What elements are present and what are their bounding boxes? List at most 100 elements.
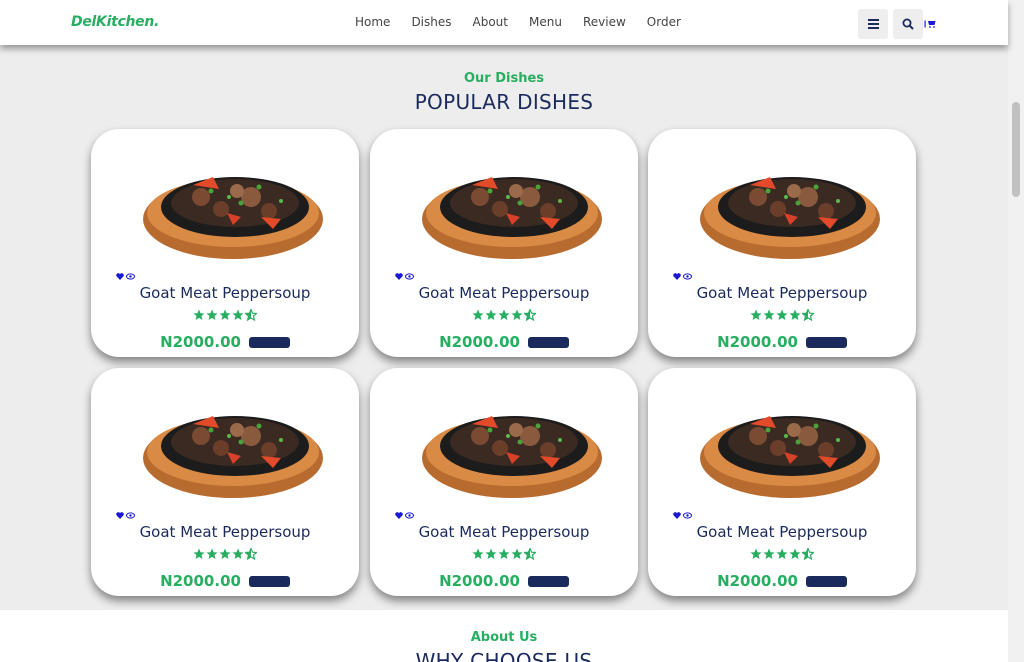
dish-name: Goat Meat Peppersoup <box>139 284 311 302</box>
star-half-icon <box>524 309 536 321</box>
star-icon <box>472 309 484 320</box>
star-icon <box>485 548 497 559</box>
dish-rating <box>370 309 638 321</box>
dish-rating <box>370 548 638 560</box>
star-icon <box>232 548 244 559</box>
star-icon <box>472 548 484 559</box>
dish-image <box>422 177 602 259</box>
nav-about[interactable]: About <box>473 15 508 29</box>
star-icon <box>763 309 775 320</box>
star-icon <box>219 309 231 320</box>
eye-icon[interactable] <box>126 512 135 519</box>
dish-rating <box>648 309 916 321</box>
star-icon <box>776 548 788 559</box>
about-title: WHY CHOOSE US <box>415 649 593 662</box>
dish-image <box>143 416 323 498</box>
add-to-cart-button[interactable] <box>248 336 290 348</box>
star-half-icon <box>524 548 536 560</box>
dish-price: N2000.00 <box>717 333 798 351</box>
nav-order[interactable]: Order <box>647 15 681 29</box>
cart-icon <box>924 20 936 28</box>
card-actions <box>116 512 135 519</box>
card-actions <box>395 273 414 280</box>
price-row: N2000.00 <box>370 572 638 590</box>
star-icon <box>776 309 788 320</box>
section-subtitle: Our Dishes <box>463 71 545 86</box>
star-icon <box>763 548 775 559</box>
star-icon <box>511 548 523 559</box>
menu-button[interactable] <box>858 9 888 39</box>
nav-dishes[interactable]: Dishes <box>411 15 451 29</box>
search-button[interactable] <box>893 9 923 39</box>
star-icon <box>789 548 801 559</box>
star-icon <box>750 309 762 320</box>
dish-price: N2000.00 <box>160 572 241 590</box>
dish-rating <box>648 548 916 560</box>
eye-icon[interactable] <box>683 512 692 519</box>
eye-icon[interactable] <box>405 512 414 519</box>
scrollbar-thumb[interactable] <box>1012 102 1020 197</box>
card-actions <box>673 512 692 519</box>
main-nav: Home Dishes About Menu Review Order <box>355 15 702 29</box>
card-actions <box>673 273 692 280</box>
dish-name: Goat Meat Peppersoup <box>696 284 868 302</box>
dish-card[interactable]: Goat Meat Peppersoup N2000.00 <box>370 129 638 357</box>
nav-home[interactable]: Home <box>355 15 390 29</box>
star-icon <box>206 548 218 559</box>
price-row: N2000.00 <box>648 572 916 590</box>
price-row: N2000.00 <box>648 333 916 351</box>
cart-button[interactable] <box>924 20 936 30</box>
dish-image <box>700 177 880 259</box>
card-actions <box>116 273 135 280</box>
site-header: DelKitchen. Home Dishes About Menu Revie… <box>0 0 1008 45</box>
star-icon <box>498 548 510 559</box>
dish-name: Goat Meat Peppersoup <box>418 284 590 302</box>
star-half-icon <box>245 548 257 560</box>
dish-card[interactable]: Goat Meat Peppersoup N2000.00 <box>648 129 916 357</box>
dish-name: Goat Meat Peppersoup <box>139 523 311 541</box>
dish-image <box>700 416 880 498</box>
eye-icon[interactable] <box>405 273 414 280</box>
card-actions <box>395 512 414 519</box>
about-section: About Us WHY CHOOSE US <box>0 610 1008 662</box>
nav-menu[interactable]: Menu <box>529 15 562 29</box>
star-icon <box>206 309 218 320</box>
star-icon <box>232 309 244 320</box>
price-row: N2000.00 <box>91 333 359 351</box>
heart-icon[interactable] <box>395 273 403 280</box>
add-to-cart-button[interactable] <box>248 575 290 587</box>
heart-icon[interactable] <box>395 512 403 519</box>
heart-icon[interactable] <box>116 273 124 280</box>
add-to-cart-button[interactable] <box>805 575 847 587</box>
bars-icon <box>867 19 879 29</box>
section-title: POPULAR DISHES <box>414 90 594 114</box>
star-icon <box>498 309 510 320</box>
eye-icon[interactable] <box>126 273 135 280</box>
star-icon <box>193 309 205 320</box>
heart-icon[interactable] <box>116 512 124 519</box>
dish-image <box>422 416 602 498</box>
dish-card[interactable]: Goat Meat Peppersoup N2000.00 <box>648 368 916 596</box>
page-scrollbar[interactable] <box>1008 0 1024 662</box>
brand-logo[interactable]: DelKitchen. <box>71 14 159 30</box>
about-subtitle: About Us <box>470 630 538 645</box>
heart-icon[interactable] <box>673 512 681 519</box>
dish-card[interactable]: Goat Meat Peppersoup N2000.00 <box>91 368 359 596</box>
star-icon <box>219 548 231 559</box>
eye-icon[interactable] <box>683 273 692 280</box>
add-to-cart-button[interactable] <box>527 575 569 587</box>
nav-review[interactable]: Review <box>583 15 626 29</box>
dish-price: N2000.00 <box>717 572 798 590</box>
add-to-cart-button[interactable] <box>527 336 569 348</box>
dish-card[interactable]: Goat Meat Peppersoup N2000.00 <box>370 368 638 596</box>
heart-icon[interactable] <box>673 273 681 280</box>
star-half-icon <box>802 309 814 321</box>
star-half-icon <box>245 309 257 321</box>
dish-price: N2000.00 <box>160 333 241 351</box>
add-to-cart-button[interactable] <box>805 336 847 348</box>
dish-name: Goat Meat Peppersoup <box>418 523 590 541</box>
dish-card[interactable]: Goat Meat Peppersoup N2000.00 <box>91 129 359 357</box>
star-icon <box>485 309 497 320</box>
dish-image <box>143 177 323 259</box>
dish-name: Goat Meat Peppersoup <box>696 523 868 541</box>
